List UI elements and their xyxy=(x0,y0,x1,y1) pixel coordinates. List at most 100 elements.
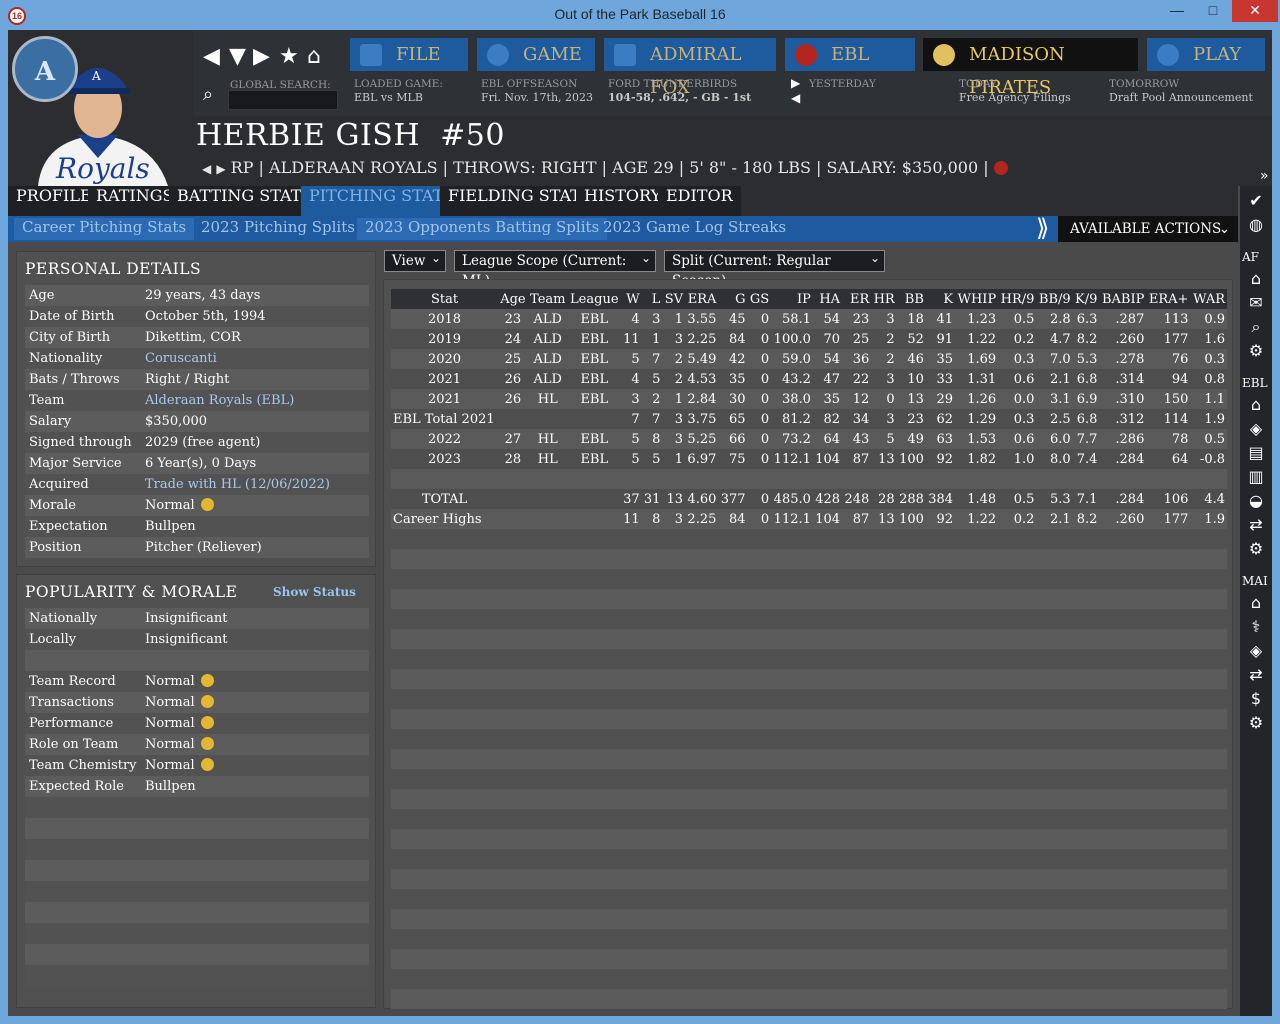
subtab-game-log[interactable]: 2023 Game Log xyxy=(595,218,731,240)
column-header[interactable]: GS xyxy=(747,289,772,309)
prev-player-icon[interactable]: ◀ xyxy=(202,162,211,176)
subtab-opponents-batting-splits[interactable]: 2023 Opponents Batting Splits xyxy=(357,218,608,240)
home-icon[interactable]: ⌂ xyxy=(1245,394,1267,416)
expand-chevron-icon[interactable]: » xyxy=(1260,168,1269,184)
column-header[interactable]: League xyxy=(567,289,621,309)
table-cell: 104 xyxy=(812,509,843,529)
table-cell: 91 xyxy=(925,329,956,349)
table-row[interactable]: 2023 28 HL EBL 5 5 1 6.97 75 0 112.1 104 87 13 100 92 1.… xyxy=(391,449,1227,469)
detail-link[interactable]: Trade with HL (12/06/2022) xyxy=(145,474,330,495)
column-header[interactable]: G xyxy=(718,289,748,309)
menu-league-button[interactable]: EBL xyxy=(785,38,915,71)
search-icon[interactable]: ⌕ xyxy=(203,84,223,105)
medical-icon[interactable]: ⚕ xyxy=(1245,616,1267,638)
next-player-icon[interactable]: ▶ xyxy=(216,162,225,176)
gear-icon[interactable]: ⚙ xyxy=(1245,340,1267,362)
column-header[interactable]: Stat xyxy=(391,289,498,309)
close-button[interactable]: ✕ xyxy=(1232,0,1278,22)
table-row[interactable]: 2019 24 ALD EBL 11 1 3 2.25 84 0 100.0 70 25 2 52 91 1.2… xyxy=(391,329,1227,349)
mail-icon[interactable]: ✉ xyxy=(1245,292,1267,314)
checkmark-icon[interactable]: ✔ xyxy=(1245,190,1267,212)
menu-team-button[interactable]: MADISON PIRATES xyxy=(923,38,1138,98)
column-header[interactable]: BB/9 xyxy=(1036,289,1073,309)
diamond-icon[interactable]: ◈ xyxy=(1245,640,1267,662)
baseball-icon[interactable]: ◒ xyxy=(1245,490,1267,512)
search-icon[interactable]: ⌕ xyxy=(1245,316,1267,338)
bar-chart-icon[interactable]: ▥ xyxy=(1245,466,1267,488)
next-day-icon[interactable]: ▶ xyxy=(791,77,800,90)
tab-ratings[interactable]: RATINGS xyxy=(88,186,182,216)
gear-icon[interactable]: ⚙ xyxy=(1245,538,1267,560)
table-cell: 377 xyxy=(718,489,748,509)
detail-link[interactable]: Coruscanti xyxy=(145,348,217,369)
league-scope-dropdown[interactable]: League Scope (Current: ML)⌄ xyxy=(454,250,656,289)
table-row[interactable]: Career Highs 11 8 3 2.25 84 0 112.1 104 87 13 100 92… xyxy=(391,509,1227,529)
column-header[interactable]: BABIP xyxy=(1099,289,1147,309)
column-header[interactable]: Team xyxy=(527,289,568,309)
tab-history[interactable]: HISTORY xyxy=(576,186,670,216)
maximize-button[interactable]: □ xyxy=(1196,0,1230,22)
tab-editor[interactable]: EDITOR xyxy=(658,186,741,216)
available-actions-button[interactable]: AVAILABLE ACTIONS ⌄ xyxy=(1058,216,1238,242)
detail-link[interactable]: Alderaan Royals (EBL) xyxy=(145,390,294,411)
tab-pitching-stats[interactable]: PITCHING STATS xyxy=(301,186,463,216)
column-header[interactable]: L xyxy=(641,289,663,309)
column-header[interactable]: HR/9 xyxy=(998,289,1037,309)
subtab-pitching-splits[interactable]: 2023 Pitching Splits xyxy=(193,218,363,240)
tab-batting-stats[interactable]: BATTING STATS xyxy=(169,186,321,216)
column-header[interactable]: ER xyxy=(842,289,872,309)
global-search-input[interactable] xyxy=(228,90,338,110)
document-icon[interactable]: ▤ xyxy=(1245,442,1267,464)
table-row[interactable]: 2020 25 ALD EBL 5 7 2 5.49 42 0 59.0 54 36 2 46 35 1.69 0… xyxy=(391,349,1227,369)
table-row[interactable]: 2022 27 HL EBL 5 8 3 5.25 66 0 73.2 64 43 5 49 63 1.53 0.… xyxy=(391,429,1227,449)
menu-game-button[interactable]: GAME xyxy=(477,38,595,71)
menu-manager-button[interactable]: ADMIRAL FOX xyxy=(604,38,776,98)
column-header[interactable]: WAR xyxy=(1190,289,1227,309)
column-header[interactable]: SV xyxy=(662,289,686,309)
column-header[interactable]: K xyxy=(925,289,956,309)
home-icon[interactable]: ⌂ xyxy=(307,44,321,69)
prev-day-icon[interactable]: ◀ xyxy=(791,92,800,105)
favorite-star-icon[interactable]: ★ xyxy=(279,44,299,69)
split-dropdown[interactable]: Split (Current: Regular Season)⌄ xyxy=(664,250,885,289)
transfer-icon[interactable]: ⇄ xyxy=(1245,514,1267,536)
transfer-icon[interactable]: ⇄ xyxy=(1245,664,1267,686)
season-info: EBL OFFSEASON Fri. Nov. 17th, 2023 xyxy=(481,78,594,104)
menu-file-button[interactable]: FILE xyxy=(350,38,468,71)
view-dropdown[interactable]: View ⌄ xyxy=(384,250,446,272)
table-row[interactable]: EBL Total 2021 7 7 3 3.75 65 0 81.2 82 34 3 23 62 1.2… xyxy=(391,409,1227,429)
column-header[interactable]: K/9 xyxy=(1072,289,1100,309)
column-header[interactable]: ERA+ xyxy=(1146,289,1191,309)
gear-icon[interactable]: ⚙ xyxy=(1245,712,1267,734)
table-row[interactable]: 2018 23 ALD EBL 4 3 1 3.55 45 0 58.1 54 23 3 18 41 1.23 0… xyxy=(391,309,1227,329)
table-row[interactable]: 2021 26 ALD EBL 4 5 2 4.53 35 0 43.2 47 22 3 10 33 1.31 0… xyxy=(391,369,1227,389)
column-header[interactable]: HA xyxy=(812,289,843,309)
menu-play-button[interactable]: PLAY xyxy=(1147,38,1265,71)
team-logo-badge: A xyxy=(12,36,78,102)
column-header[interactable]: ERA xyxy=(685,289,719,309)
table-row[interactable]: 2021 26 HL EBL 3 2 1 2.84 30 0 38.0 35 12 0 13 29 1.26 0.… xyxy=(391,389,1227,409)
dollar-icon[interactable]: $ xyxy=(1245,688,1267,710)
subtab-streaks[interactable]: Streaks xyxy=(720,218,794,240)
show-status-link[interactable]: Show Status xyxy=(273,585,356,599)
column-header[interactable]: W xyxy=(620,289,642,309)
minimize-button[interactable]: — xyxy=(1160,0,1194,22)
table-cell: 28 xyxy=(498,449,528,469)
column-header[interactable]: WHIP xyxy=(955,289,999,309)
tab-profile[interactable]: PROFILE xyxy=(8,186,100,216)
forward-arrow-icon[interactable]: ▶ xyxy=(253,44,270,69)
table-row[interactable] xyxy=(391,469,1227,489)
diamond-icon[interactable]: ◈ xyxy=(1245,418,1267,440)
subtab-career-pitching-stats[interactable]: Career Pitching Stats xyxy=(14,218,195,240)
globe-icon[interactable]: ◍ xyxy=(1245,214,1267,236)
table-row[interactable]: TOTAL 37 31 13 4.60 377 0 485.0 428 248 28 288 384 1.… xyxy=(391,489,1227,509)
home-icon[interactable]: ⌂ xyxy=(1245,592,1267,614)
column-header[interactable]: IP xyxy=(771,289,813,309)
column-header[interactable]: Age xyxy=(498,289,528,309)
detail-row: Signed through 2029 (free agent) xyxy=(25,432,369,453)
column-header[interactable]: HR xyxy=(871,289,897,309)
column-header[interactable]: BB xyxy=(896,289,926,309)
back-arrow-icon[interactable]: ◀ xyxy=(203,44,220,69)
history-down-icon[interactable]: ▼ xyxy=(229,44,246,69)
home-icon[interactable]: ⌂ xyxy=(1245,268,1267,290)
